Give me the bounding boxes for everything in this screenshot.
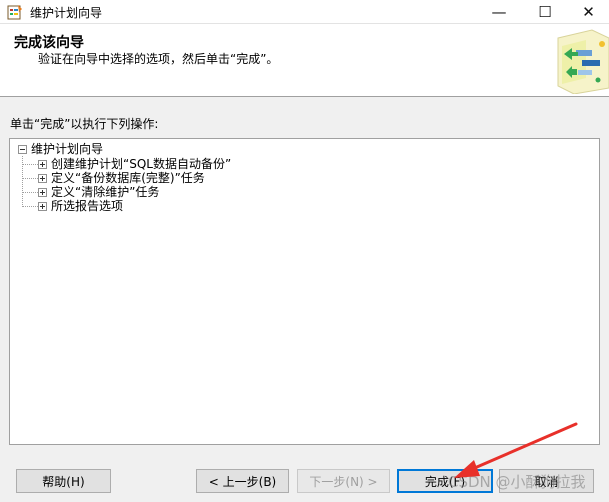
minimize-button[interactable]: — xyxy=(476,0,522,23)
back-button[interactable]: < 上一步(B) xyxy=(196,469,289,493)
tree-root[interactable]: 维护计划向导 xyxy=(18,142,103,156)
tree-item-label: 创建维护计划“SQL数据自动备份” xyxy=(51,157,232,171)
tree-item-label: 所选报告选项 xyxy=(51,199,124,213)
next-button[interactable]: 下一步(N) > xyxy=(297,469,390,493)
instruction-label: 单击“完成”以执行下列操作: xyxy=(10,117,159,131)
page-description: 验证在向导中选择的选项，然后单击“完成”。 xyxy=(38,52,279,66)
tree-item-cleanup-task[interactable]: 定义“清除维护”任务 xyxy=(38,185,159,199)
tree-item-report-options[interactable]: 所选报告选项 xyxy=(38,199,123,213)
annotation-arrow-icon xyxy=(454,422,578,478)
tree-item-label: 定义“备份数据库(完整)”任务 xyxy=(51,171,205,185)
expand-icon[interactable] xyxy=(38,201,47,211)
title-bar: 维护计划向导 — ☐ ✕ xyxy=(0,0,609,24)
expand-icon[interactable] xyxy=(38,159,47,169)
tree-root-label: 维护计划向导 xyxy=(31,142,104,156)
window-title: 维护计划向导 xyxy=(30,6,103,20)
expand-icon[interactable] xyxy=(38,187,47,197)
tree-item-backup-task[interactable]: 定义“备份数据库(完整)”任务 xyxy=(38,171,205,185)
close-icon: ✕ xyxy=(582,2,595,21)
tree-item-create-plan[interactable]: 创建维护计划“SQL数据自动备份” xyxy=(38,157,231,171)
page-title: 完成该向导 xyxy=(14,35,84,51)
tree-item-label: 定义“清除维护”任务 xyxy=(51,185,160,199)
close-button[interactable]: ✕ xyxy=(568,0,609,23)
summary-tree[interactable]: 维护计划向导 创建维护计划“SQL数据自动备份” 定义“备份数据库(完整)”任务… xyxy=(9,138,600,445)
maximize-icon: ☐ xyxy=(538,2,552,21)
help-button[interactable]: 帮助(H) xyxy=(16,469,111,493)
expand-icon[interactable] xyxy=(38,173,47,183)
wizard-header: 完成该向导 验证在向导中选择的选项，然后单击“完成”。 xyxy=(0,24,609,97)
wizard-illustration-icon xyxy=(557,29,609,94)
minimize-icon: — xyxy=(491,2,507,21)
app-icon xyxy=(7,5,22,20)
collapse-icon[interactable] xyxy=(18,144,27,154)
maximize-button[interactable]: ☐ xyxy=(522,0,568,23)
